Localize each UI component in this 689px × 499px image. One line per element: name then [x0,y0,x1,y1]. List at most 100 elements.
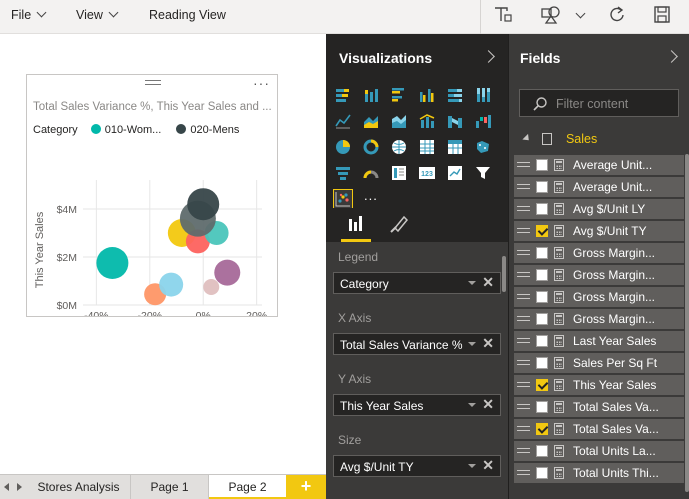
matrix-icon[interactable] [446,138,464,156]
collapse-visualizations-icon[interactable] [482,50,495,63]
drag-grip-icon[interactable] [517,272,530,277]
100-percent-column-chart-icon[interactable] [474,86,492,104]
multi-row-card-icon[interactable] [390,164,408,182]
remove-field-icon[interactable]: ✕ [482,457,494,474]
size-well[interactable]: Avg $/Unit TY ✕ [333,455,501,477]
field-checkbox[interactable] [536,269,548,281]
expand-arrow-icon[interactable] [522,133,532,144]
field-item[interactable]: Total Units La... [514,441,684,461]
drag-grip-icon[interactable] [517,184,530,189]
tab-stores-analysis[interactable]: Stores Analysis [27,475,131,499]
tab-scroll-left-icon[interactable] [4,483,9,491]
field-checkbox[interactable] [536,159,548,171]
100-percent-bar-chart-icon[interactable] [446,86,464,104]
field-checkbox[interactable] [536,291,548,303]
field-checkbox[interactable] [536,467,548,479]
field-item[interactable]: Gross Margin... [514,265,684,285]
fields-scrollbar[interactable] [685,154,689,492]
drag-grip-icon[interactable] [517,162,530,167]
filter-content-input[interactable]: Filter content [519,89,679,117]
ribbon-chart-icon[interactable] [446,112,464,130]
refresh-icon[interactable] [606,5,628,25]
field-checkbox[interactable] [536,225,548,237]
legend-well[interactable]: Category ✕ [333,272,501,294]
scatter-chart-icon[interactable] [333,189,353,209]
dropdown-arrow-icon[interactable] [468,403,476,407]
sales-table-header[interactable]: Sales [522,132,597,148]
field-item[interactable]: Sales Per Sq Ft [514,353,684,373]
y-axis-well[interactable]: This Year Sales ✕ [333,394,501,416]
scatter-bubble[interactable] [203,279,220,295]
stacked-area-chart-icon[interactable] [390,112,408,130]
remove-field-icon[interactable]: ✕ [482,335,494,352]
field-item[interactable]: Average Unit... [514,177,684,197]
file-menu[interactable]: File [11,0,47,31]
drag-grip-icon[interactable] [517,316,530,321]
field-checkbox[interactable] [536,357,548,369]
field-checkbox[interactable] [536,247,548,259]
waterfall-chart-icon[interactable] [474,112,492,130]
scatter-chart-visual[interactable]: ··· Total Sales Variance %, This Year Sa… [26,74,278,317]
tab-scroll-right-icon[interactable] [17,483,22,491]
drag-grip-icon[interactable] [517,206,530,211]
field-item[interactable]: Total Sales Va... [514,397,684,417]
dropdown-arrow-icon[interactable] [468,281,476,285]
drag-grip-icon[interactable] [517,360,530,365]
field-checkbox[interactable] [536,181,548,193]
field-item[interactable]: Gross Margin... [514,287,684,307]
field-checkbox[interactable] [536,445,548,457]
field-item[interactable]: Avg $/Unit TY [514,221,684,241]
field-checkbox[interactable] [536,335,548,347]
text-box-icon[interactable] [492,5,514,25]
chevron-down-icon[interactable] [575,8,586,19]
field-item[interactable]: Gross Margin... [514,243,684,263]
field-item[interactable]: Total Sales Va... [514,419,684,439]
view-menu[interactable]: View [76,0,119,31]
field-checkbox[interactable] [536,401,548,413]
tab-page-1[interactable]: Page 1 [131,475,209,499]
x-axis-well[interactable]: Total Sales Variance % ✕ [333,333,501,355]
dropdown-arrow-icon[interactable] [468,342,476,346]
slicer-icon[interactable] [474,164,492,182]
scatter-bubble[interactable] [159,272,184,297]
more-visuals-icon[interactable]: ... [364,189,382,208]
drag-grip-icon[interactable] [517,448,530,453]
field-item[interactable]: Total Units Thi... [514,463,684,483]
stacked-column-chart-icon[interactable] [362,86,380,104]
field-checkbox[interactable] [536,313,548,325]
card-icon[interactable]: 123 [418,164,436,182]
field-item[interactable]: Gross Margin... [514,309,684,329]
field-item[interactable]: Average Unit... [514,155,684,175]
funnel-icon[interactable] [334,164,352,182]
tab-format[interactable] [377,208,419,242]
dropdown-arrow-icon[interactable] [468,464,476,468]
clustered-column-chart-icon[interactable] [418,86,436,104]
line-and-column-chart-icon[interactable] [418,112,436,130]
reading-view-button[interactable]: Reading View [149,0,226,31]
scatter-bubble[interactable] [187,188,220,221]
field-checkbox[interactable] [536,379,548,391]
field-checkbox[interactable] [536,203,548,215]
clustered-bar-chart-icon[interactable] [390,86,408,104]
drag-grip-icon[interactable] [517,404,530,409]
map-icon[interactable] [390,138,408,156]
visualizations-scrollbar[interactable] [502,256,506,292]
drag-grip-icon[interactable] [517,228,530,233]
tab-page-2[interactable]: Page 2 [209,475,286,499]
drag-grip-icon[interactable] [517,294,530,299]
field-item[interactable]: This Year Sales [514,375,684,395]
stacked-bar-chart-icon[interactable] [334,86,352,104]
filled-map-icon[interactable] [474,138,492,156]
drag-grip-icon[interactable] [517,470,530,475]
scatter-bubble[interactable] [96,247,129,279]
save-icon[interactable] [651,5,673,25]
scatter-plot-area[interactable]: $0M$2M$4M-40%-20%0%20%Total Sales Varian… [27,75,277,316]
pie-chart-icon[interactable] [334,138,352,156]
donut-chart-icon[interactable] [362,138,380,156]
line-chart-icon[interactable] [334,112,352,130]
field-item[interactable]: Avg $/Unit LY [514,199,684,219]
add-page-button[interactable]: + [286,475,326,499]
gauge-icon[interactable] [362,164,380,182]
remove-field-icon[interactable]: ✕ [482,274,494,291]
drag-grip-icon[interactable] [517,250,530,255]
